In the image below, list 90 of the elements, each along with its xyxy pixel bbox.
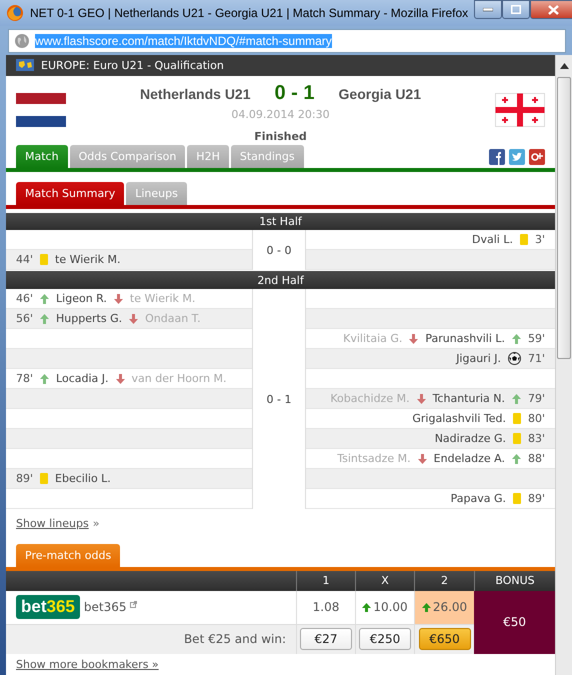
odds-column-header: 2: [414, 570, 474, 591]
globe-icon: [14, 32, 30, 48]
sub-in-arrow-icon: [40, 314, 50, 324]
player-name[interactable]: Ligeon R.: [56, 292, 107, 306]
sub-out-arrow-icon: [416, 394, 426, 404]
sub-out-arrow-icon: [418, 454, 427, 464]
event-minute: 79': [528, 392, 546, 406]
external-link-icon[interactable]: [130, 600, 138, 608]
chevron-icon: »: [92, 517, 100, 530]
sub-out-arrow-icon: [129, 314, 138, 324]
half-score: 0 - 0: [252, 230, 306, 270]
booking-card-icon: [513, 433, 521, 444]
home-team[interactable]: Netherlands U21: [140, 86, 250, 102]
event-minute: 89': [16, 472, 34, 486]
sub-in-arrow-icon: [40, 294, 50, 304]
event-minute: 88': [528, 452, 546, 466]
show-more-bookmakers-link[interactable]: Show more bookmakers »: [16, 658, 159, 671]
event-minute: 71': [528, 352, 546, 366]
player-name[interactable]: Papava G.: [450, 492, 506, 506]
player-name[interactable]: Tchanturia N.: [432, 392, 505, 406]
close-button[interactable]: [530, 0, 572, 19]
half-header: 1st Half: [6, 212, 556, 230]
odds-column-header: X: [355, 570, 414, 591]
booking-card-icon: [40, 254, 48, 266]
event-minute: 56': [16, 312, 34, 326]
away-team[interactable]: Georgia U21: [338, 86, 422, 102]
win-button[interactable]: €250: [359, 628, 411, 650]
player-name[interactable]: Locadia J.: [56, 372, 109, 386]
minimize-icon: [483, 8, 494, 12]
bookmaker-name[interactable]: bet365: [84, 600, 126, 614]
close-icon: [548, 4, 559, 14]
sub-in-arrow-icon: [512, 394, 521, 404]
player-name[interactable]: Dvali L.: [472, 233, 513, 246]
sub-out-arrow-icon: [114, 294, 123, 304]
booking-card-icon: [513, 493, 521, 504]
player-name[interactable]: Endeladze A.: [434, 452, 505, 466]
sub-in-arrow-icon: [512, 454, 521, 464]
facebook-icon[interactable]: [489, 148, 506, 165]
event-minute: 46': [16, 292, 34, 306]
player-name[interactable]: Nadiradze G.: [434, 432, 506, 446]
tab[interactable]: Match: [16, 144, 68, 168]
win-button[interactable]: €650: [418, 628, 470, 650]
event-minute: 59': [528, 332, 546, 346]
soccer-ball-icon: [508, 352, 521, 366]
odds-cell[interactable]: 26.00: [414, 590, 474, 625]
sub-out-arrow-icon: [116, 374, 125, 384]
player-name[interactable]: te Wierik M.: [55, 253, 120, 266]
match-status: Finished: [254, 130, 307, 143]
window-title: NET 0-1 GEO | Netherlands U21 - Georgia U21 | Match Summary - Mozilla Firefox: [30, 6, 468, 20]
match-datetime: 04.09.2014 20:30: [231, 108, 330, 121]
event-minute: 78': [16, 372, 34, 386]
georgia-flag-icon: [495, 92, 546, 127]
sub-in-arrow-icon: [40, 374, 50, 384]
player-name[interactable]: Hupperts G.: [56, 312, 122, 326]
event-minute: 80': [528, 412, 546, 426]
scrollbar[interactable]: [555, 55, 572, 675]
win-button[interactable]: €27: [300, 628, 352, 650]
tab[interactable]: Match Summary: [16, 182, 124, 205]
odds-column-header: 1: [296, 570, 355, 591]
bookmaker-logo[interactable]: bet365: [16, 595, 80, 620]
bonus-cell[interactable]: €50: [474, 590, 556, 654]
booking-card-icon: [40, 473, 48, 484]
half-header: 2nd Half: [6, 270, 556, 290]
booking-card-icon: [513, 413, 521, 424]
bet-label: Bet €25 and win:: [184, 632, 286, 646]
scroll-up-icon[interactable]: [560, 63, 569, 69]
event-minute: 3': [535, 233, 546, 246]
half-score: 0 - 1: [252, 289, 306, 510]
event-minute: 89': [528, 492, 546, 506]
event-minute: 83': [528, 432, 546, 446]
firefox-icon: [6, 4, 24, 22]
maximize-icon: [511, 5, 522, 14]
event-minute: 44': [16, 253, 34, 266]
maximize-button[interactable]: [502, 0, 530, 19]
sub-out-arrow-icon: [409, 334, 418, 344]
sub-in-arrow-icon: [512, 334, 521, 344]
scrollbar-thumb[interactable]: [557, 77, 572, 359]
player-name[interactable]: Ebecilio L.: [55, 472, 111, 486]
match-score: 0 - 1: [274, 82, 315, 105]
show-lineups-link[interactable]: Show lineups: [16, 517, 89, 530]
player-name[interactable]: Grigalashvili Ted.: [412, 412, 506, 426]
booking-card-icon: [520, 234, 528, 246]
player-name[interactable]: Parunashvili L.: [425, 332, 505, 346]
player-name[interactable]: Jigauri J.: [456, 352, 501, 366]
netherlands-flag-icon: [16, 92, 66, 127]
minimize-button[interactable]: [474, 0, 502, 19]
league-name: EUROPE: Euro U21 - Qualification: [41, 58, 224, 72]
google-plus-icon[interactable]: [529, 148, 546, 165]
odds-column-header: BONUS: [474, 570, 556, 591]
europe-map-icon: [16, 59, 34, 72]
